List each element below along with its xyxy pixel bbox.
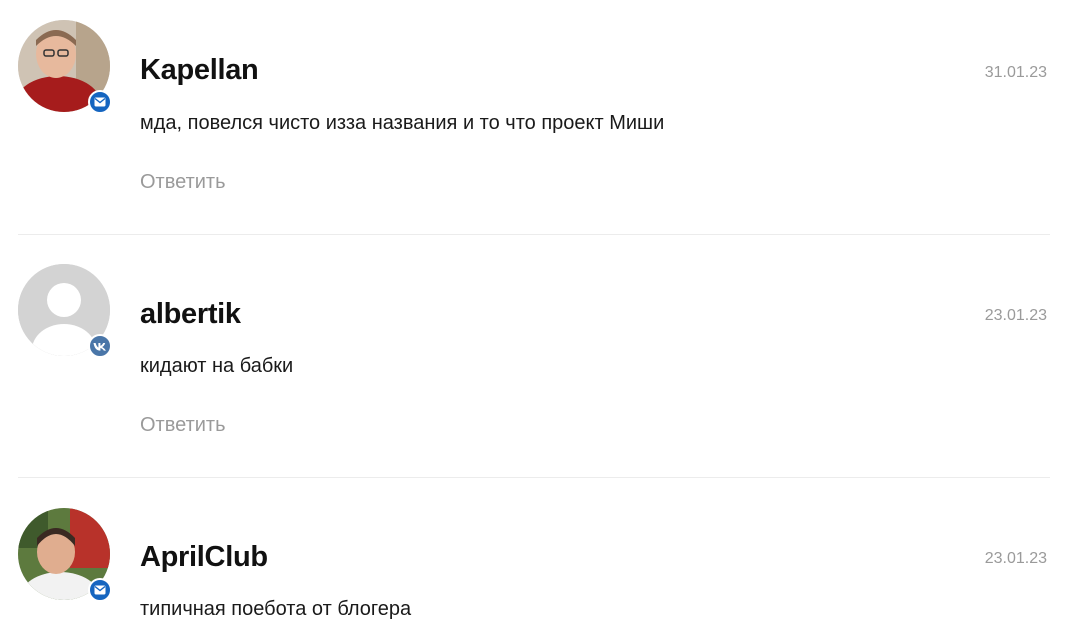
mail-icon <box>88 578 112 602</box>
reply-button[interactable]: Ответить <box>140 414 226 437</box>
comment-text: типичная поебота от блогера <box>140 598 412 620</box>
avatar-wrapper[interactable] <box>18 20 112 114</box>
comment-author: Kapellan <box>140 54 259 86</box>
comment-list: Kapellan 31.01.23 мда, повелся чисто изз… <box>0 0 1068 630</box>
comment-date: 23.01.23 <box>984 307 1047 324</box>
comment-divider <box>18 234 1050 235</box>
comment-divider <box>18 477 1050 478</box>
avatar-wrapper[interactable] <box>18 264 112 358</box>
comment-date: 31.01.23 <box>984 64 1047 81</box>
comment-text: кидают на бабки <box>140 355 294 377</box>
comment-author: albertik <box>140 298 241 330</box>
avatar-wrapper[interactable] <box>18 508 112 602</box>
vk-icon <box>88 334 112 358</box>
comment-date: 23.01.23 <box>984 550 1047 567</box>
comment-text: мда, повелся чисто изза названия и то чт… <box>140 112 665 134</box>
reply-button[interactable]: Ответить <box>140 171 226 194</box>
mail-icon <box>88 90 112 114</box>
comment-author: AprilClub <box>140 541 268 573</box>
